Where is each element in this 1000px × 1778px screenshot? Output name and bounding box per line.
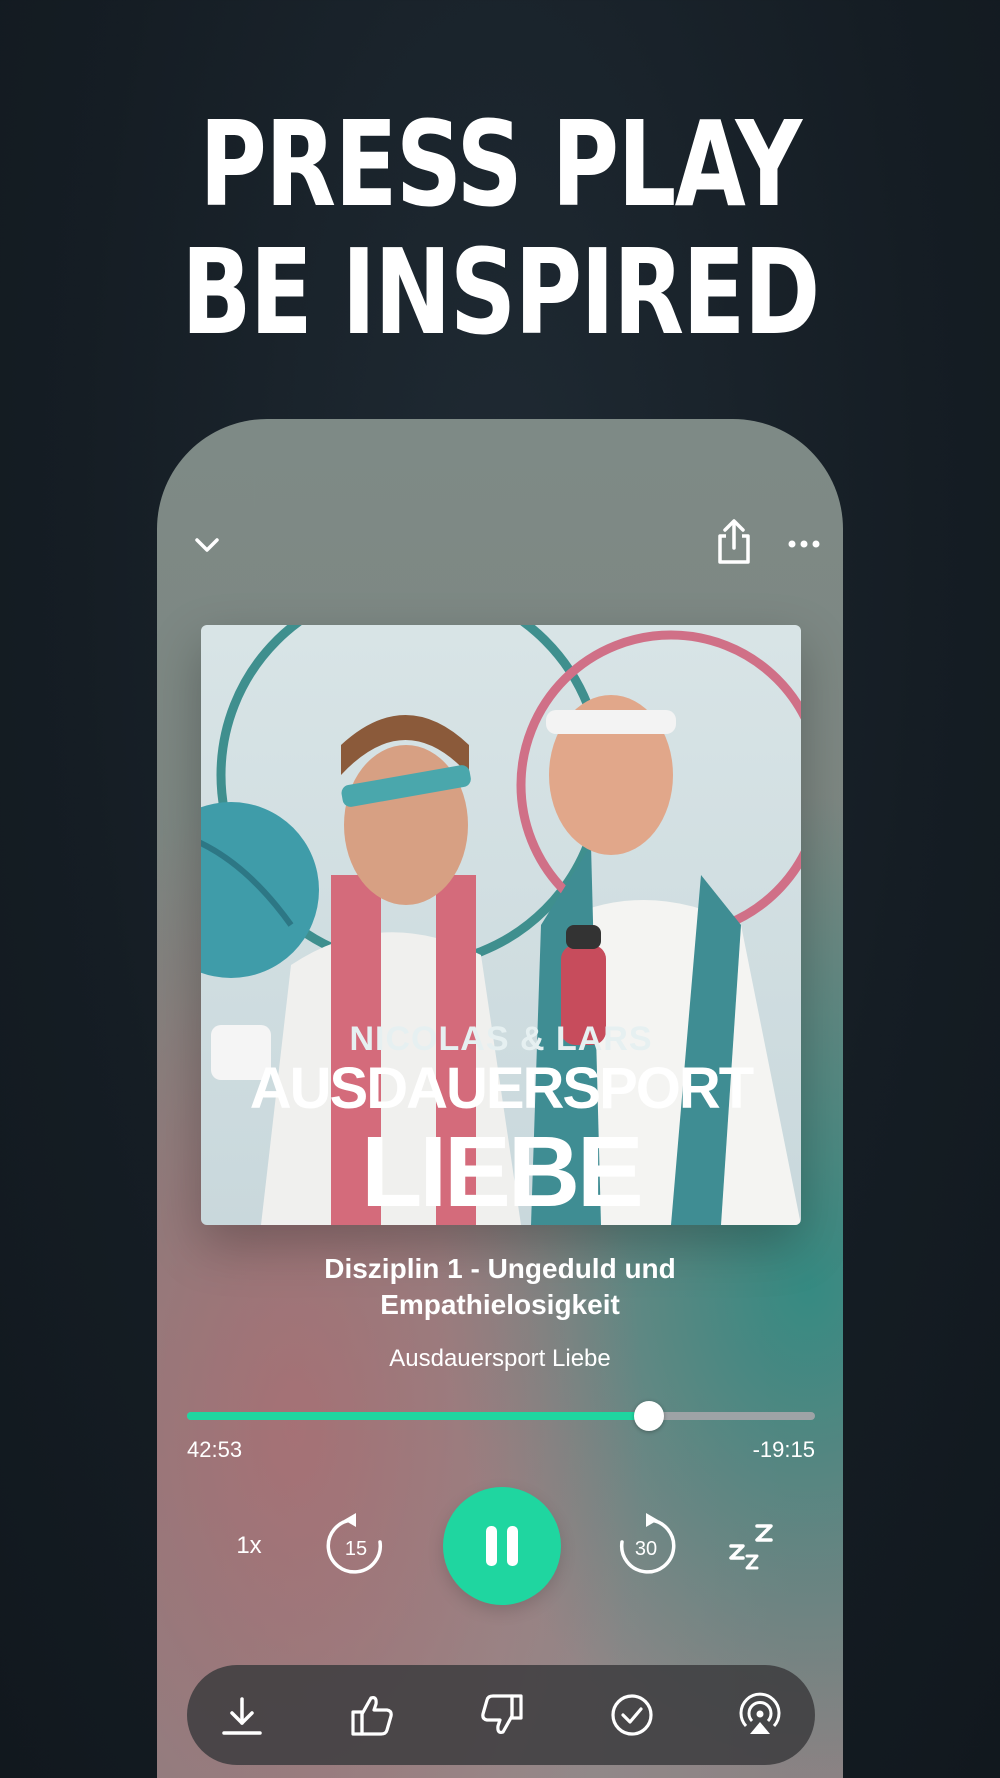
forward-seconds: 30 (634, 1537, 658, 1560)
headline: PRESS PLAY BE INSPIRED (0, 100, 1000, 356)
check-circle-icon (611, 1694, 653, 1736)
thumbs-up-icon (351, 1696, 393, 1736)
progress-thumb[interactable] (633, 1401, 664, 1431)
show-name[interactable]: Ausdauersport Liebe (157, 1345, 843, 1373)
cover-subtitle: NICOLAS & LARS (349, 1020, 653, 1058)
forward-button[interactable]: 30 (609, 1509, 683, 1583)
sleep-timer-icon (729, 1524, 773, 1570)
podcast-cover-art: NICOLAS & LARS AUSDAUERSPORT LIEBE (201, 625, 801, 1225)
collapse-button[interactable] (185, 523, 229, 567)
dislike-button[interactable] (474, 1687, 530, 1743)
share-button[interactable] (703, 511, 765, 573)
pause-icon (486, 1526, 518, 1566)
remaining-time: -19:15 (752, 1437, 815, 1462)
progress-fill (187, 1412, 649, 1420)
episode-title-line-2: Empathielosigkeit (380, 1289, 620, 1320)
chevron-down-icon (195, 538, 219, 552)
episode-title: Disziplin 1 - Ungeduld und Empathielosig… (157, 1251, 843, 1323)
thumbs-down-icon (481, 1694, 523, 1734)
more-button[interactable] (779, 519, 829, 569)
rewind-button[interactable]: 15 (319, 1509, 393, 1583)
episode-actions-bar (187, 1665, 815, 1765)
playback-speed-button[interactable]: 1x (217, 1521, 281, 1571)
share-icon (718, 519, 750, 564)
playback-speed-label: 1x (236, 1532, 262, 1559)
more-icon (788, 540, 820, 548)
phone-screen: NICOLAS & LARS AUSDAUERSPORT LIEBE Diszi… (157, 419, 843, 1778)
sleep-timer-button[interactable] (723, 1519, 779, 1575)
rewind-seconds: 15 (344, 1537, 368, 1560)
cover-title-line-2: LIEBE (361, 1116, 643, 1225)
cast-button[interactable] (732, 1687, 788, 1743)
cover-title-line-1: AUSDAUERSPORT (249, 1056, 755, 1121)
episode-title-line-1: Disziplin 1 - Ungeduld und (324, 1253, 676, 1284)
headline-line-2: BE INSPIRED (181, 223, 820, 361)
download-icon (222, 1697, 262, 1735)
headline-line-1: PRESS PLAY (199, 95, 802, 233)
progress-bar[interactable] (187, 1401, 815, 1431)
airplay-icon (739, 1692, 781, 1734)
like-button[interactable] (344, 1687, 400, 1743)
download-button[interactable] (214, 1687, 270, 1743)
pause-button[interactable] (443, 1487, 561, 1605)
elapsed-time: 42:53 (187, 1437, 243, 1462)
mark-played-button[interactable] (604, 1687, 660, 1743)
